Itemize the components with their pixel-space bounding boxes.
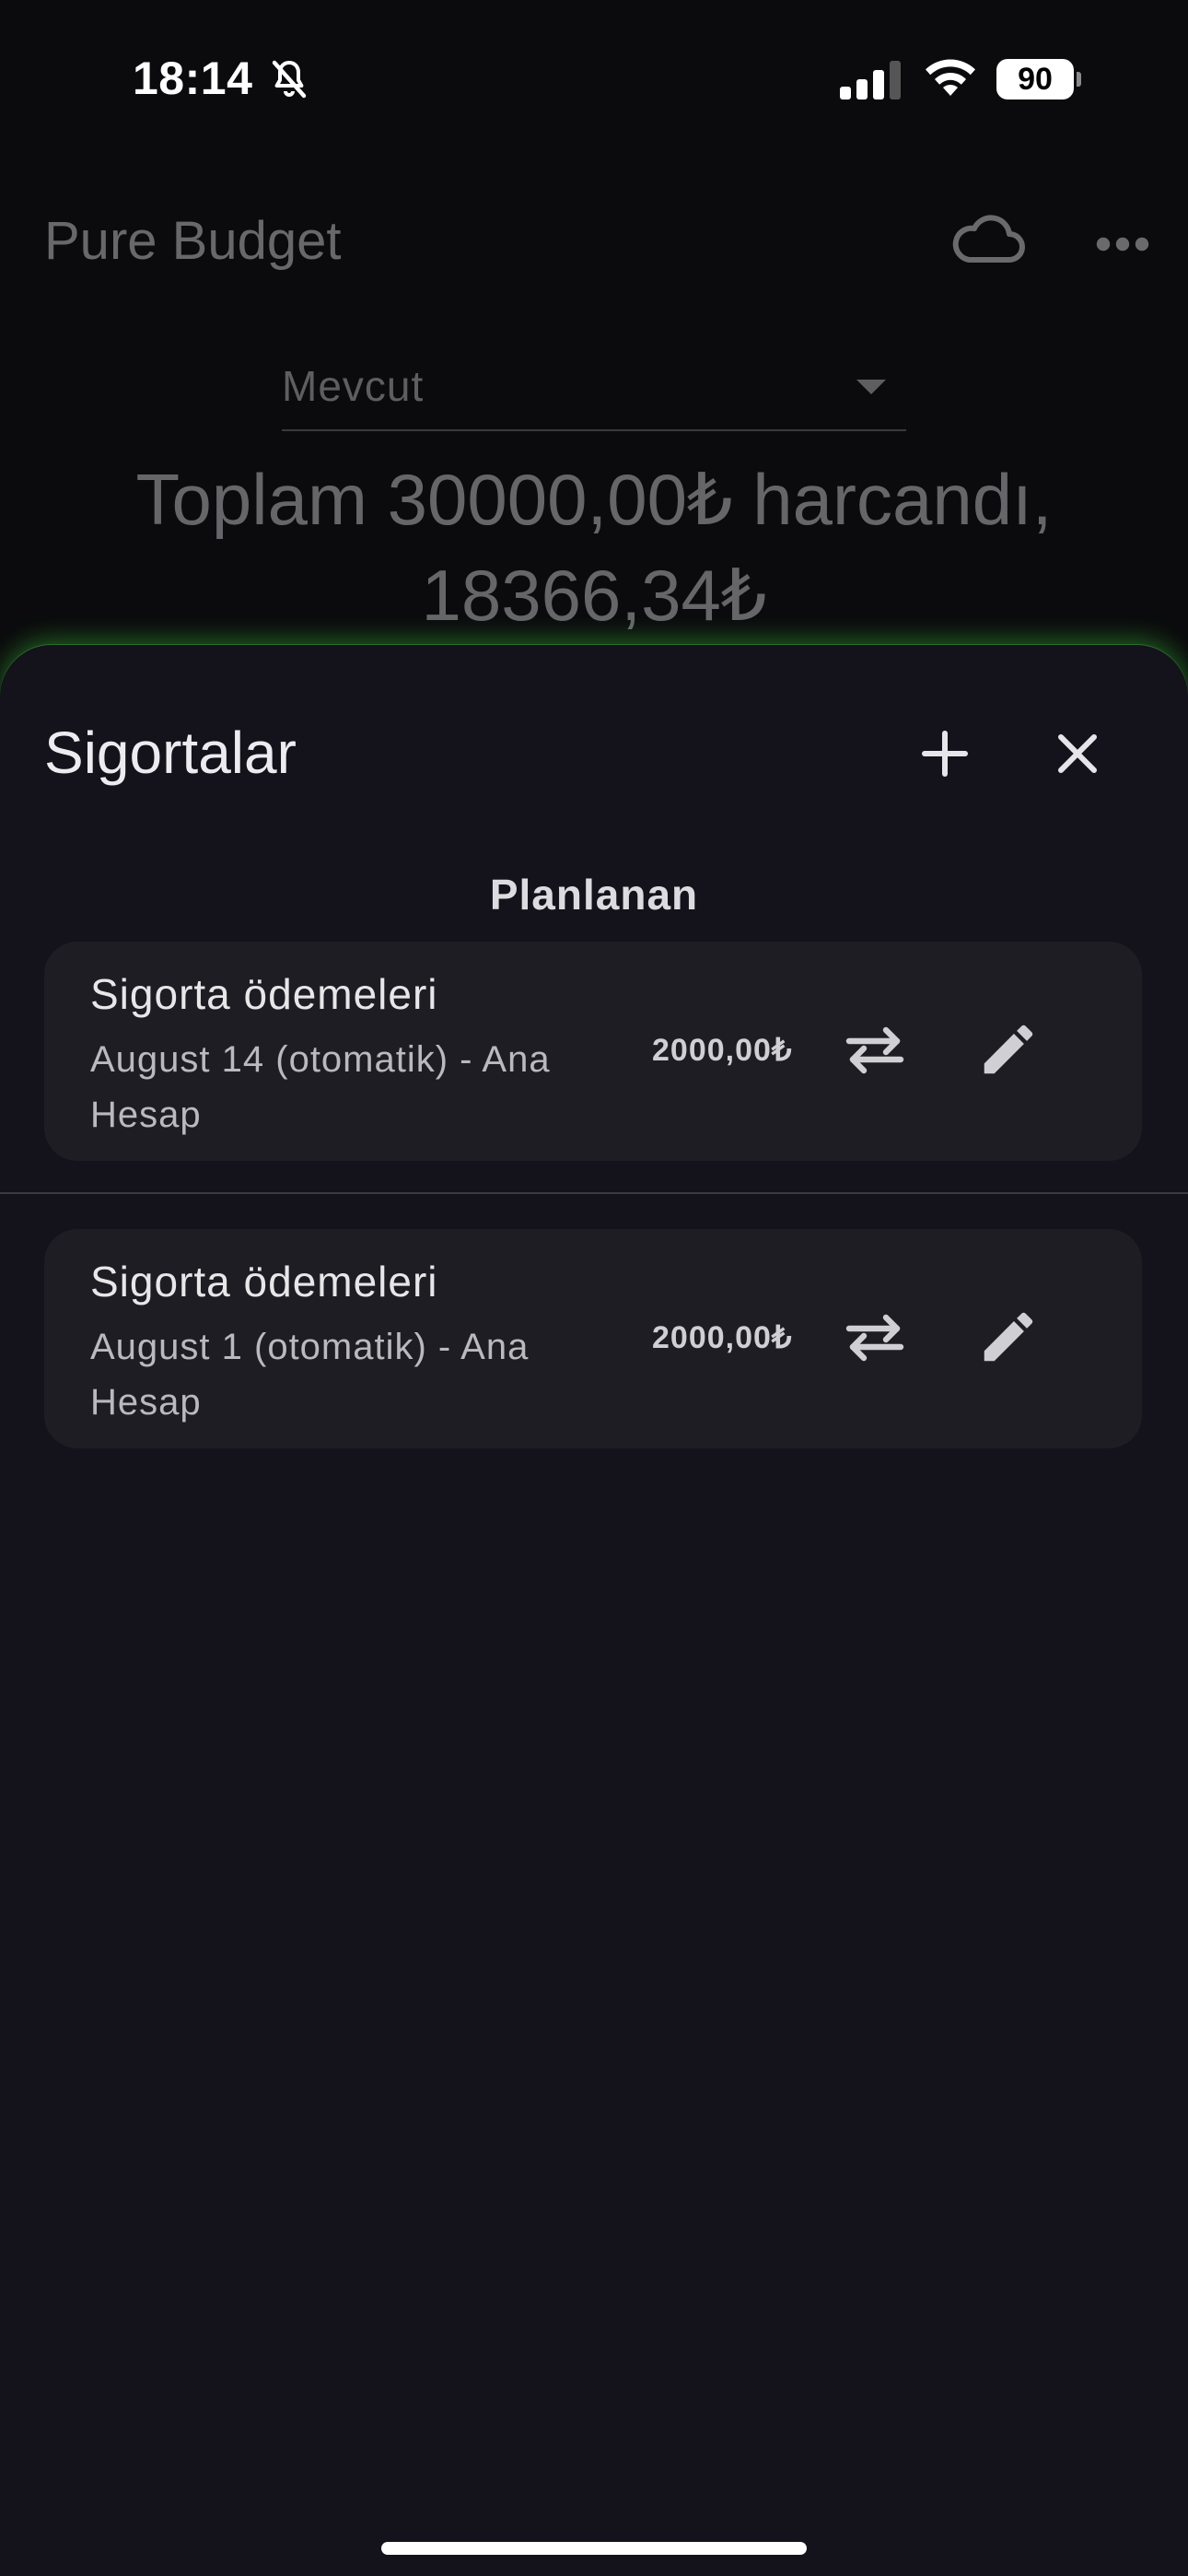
item-name: Sigorta ödemeleri — [90, 970, 438, 1018]
item-amount: 2000,00₺ — [652, 1033, 793, 1068]
cloud-icon[interactable] — [949, 208, 1028, 273]
battery-level: 90 — [996, 59, 1074, 100]
divider — [0, 1192, 1188, 1194]
swap-arrows-icon[interactable] — [842, 1308, 908, 1367]
background-app: Pure Budget Mevcut Toplam 30000,00₺ harc… — [0, 157, 1188, 673]
status-bar: 18:14 90 — [0, 0, 1188, 157]
bell-slash-icon — [272, 60, 307, 99]
more-horizontal-icon[interactable] — [1090, 212, 1155, 276]
period-select-value: Mevcut — [282, 362, 425, 410]
item-schedule: August 14 (otomatik) - Ana Hesap — [90, 1039, 551, 1135]
spending-summary: Toplam 30000,00₺ harcandı, 18366,34₺ — [0, 451, 1188, 643]
battery-cap — [1077, 72, 1081, 87]
app-title: Pure Budget — [44, 211, 342, 271]
sheet-title: Sigortalar — [44, 720, 297, 786]
pencil-icon[interactable] — [976, 1305, 1041, 1369]
pencil-icon[interactable] — [976, 1017, 1041, 1082]
item-name: Sigorta ödemeleri — [90, 1258, 438, 1306]
period-select[interactable]: Mevcut — [282, 352, 906, 431]
summary-line-2: 18366,34₺ — [421, 555, 767, 636]
home-indicator[interactable] — [381, 2542, 807, 2555]
bottom-sheet: Sigortalar Planlanan Sigorta ödemeleri A… — [0, 645, 1188, 2576]
cellular-signal-icon — [840, 61, 901, 100]
screen: 18:14 90 Pure Budget Mevcut Toplam 30000… — [0, 0, 1188, 2576]
status-time: 18:14 — [133, 53, 253, 104]
list-item[interactable]: Sigorta ödemeleri August 1 (otomatik) - … — [44, 1229, 1142, 1448]
close-icon[interactable] — [1048, 724, 1107, 783]
list-item[interactable]: Sigorta ödemeleri August 14 (otomatik) -… — [44, 942, 1142, 1161]
wifi-icon — [926, 59, 975, 96]
battery-icon: 90 — [996, 59, 1081, 100]
swap-arrows-icon[interactable] — [842, 1021, 908, 1080]
dropdown-caret-icon — [856, 380, 886, 394]
section-header: Planlanan — [489, 871, 699, 919]
item-amount: 2000,00₺ — [652, 1320, 793, 1355]
plus-icon[interactable] — [915, 724, 974, 783]
summary-line-1: Toplam 30000,00₺ harcandı, — [135, 459, 1053, 540]
item-schedule: August 1 (otomatik) - Ana Hesap — [90, 1327, 530, 1423]
